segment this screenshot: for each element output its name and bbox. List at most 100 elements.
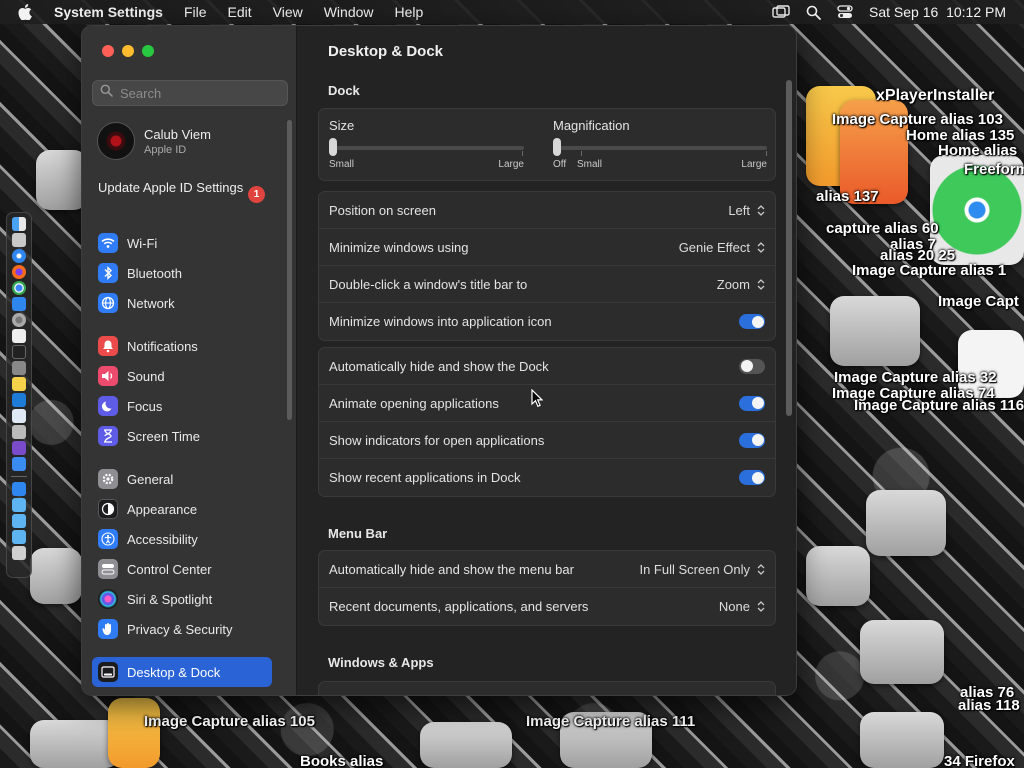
magnification-max-label: Large — [741, 159, 767, 170]
sidebar-scrollbar[interactable] — [287, 120, 292, 420]
folder-dock-icon[interactable] — [12, 498, 26, 512]
folder-dock-icon[interactable] — [12, 514, 26, 528]
textedit-dock-icon[interactable] — [12, 329, 26, 343]
image-capture-app-icon[interactable] — [806, 546, 870, 606]
position-on-screen-popup[interactable]: Left — [728, 203, 765, 218]
menu-help[interactable]: Help — [395, 4, 424, 20]
content-scrollbar[interactable] — [786, 80, 792, 416]
desktop-icon-label[interactable]: xPlayerInstaller — [876, 87, 994, 105]
desktop-icon-label[interactable]: Image Capture alias 103 — [832, 111, 1003, 128]
minimize-window-button[interactable] — [122, 45, 134, 57]
sidebar-item-network[interactable]: Network — [92, 288, 272, 318]
sidebar-item-control-center[interactable]: Control Center — [92, 554, 272, 584]
image-capture-app-icon[interactable] — [830, 296, 920, 366]
moon-icon — [98, 396, 118, 416]
image-capture-app-icon[interactable] — [420, 722, 512, 768]
size-slider-thumb[interactable] — [329, 138, 337, 156]
menu-clock[interactable]: Sat Sep 16 10:12 PM — [869, 4, 1006, 20]
menu-edit[interactable]: Edit — [228, 4, 252, 20]
sidebar-item-privacy-security[interactable]: Privacy & Security — [92, 614, 272, 644]
notes-dock-icon[interactable] — [12, 377, 26, 391]
safari-dock-icon[interactable] — [12, 249, 26, 263]
image-capture-app-icon[interactable] — [860, 712, 944, 768]
tool-dock-icon[interactable] — [12, 361, 26, 375]
magnification-slider-thumb[interactable] — [553, 138, 561, 156]
sidebar-item-general[interactable]: General — [92, 464, 272, 494]
sidebar-item-notifications[interactable]: Notifications — [92, 331, 272, 361]
mouse-cursor-icon — [531, 388, 544, 413]
image-capture-app-icon[interactable] — [860, 620, 944, 684]
terminal-dock-icon[interactable] — [12, 345, 26, 359]
menu-view[interactable]: View — [273, 4, 303, 20]
desktop-icon-label[interactable]: Image Capture alias 111 — [526, 713, 695, 730]
finder-dock-icon[interactable] — [12, 217, 26, 231]
desktop-icon-label[interactable]: Image Capture alias 116 — [854, 397, 1024, 414]
double-click-title-bar-popup[interactable]: Zoom — [717, 277, 765, 292]
sidebar-item-bluetooth[interactable]: Bluetooth — [92, 258, 272, 288]
preview-dock-icon[interactable] — [12, 409, 26, 423]
vscode-dock-icon[interactable] — [12, 393, 26, 407]
chrome-dock-icon[interactable] — [12, 281, 26, 295]
desktop-icon-label[interactable]: Image Capture alias 1 — [852, 262, 1006, 279]
utility-dock-icon[interactable] — [12, 425, 26, 439]
sidebar-item-focus[interactable]: Focus — [92, 391, 272, 421]
menu-window[interactable]: Window — [324, 4, 374, 20]
menu-bar-auto-hide-popup[interactable]: In Full Screen Only — [639, 562, 765, 577]
desktop-icon-label[interactable]: alias 137 — [816, 188, 879, 205]
sidebar-item-sound[interactable]: Sound — [92, 361, 272, 391]
trash-dock-icon[interactable] — [12, 546, 26, 560]
sidebar: Calub Viem Apple ID Update Apple ID Sett… — [82, 26, 297, 695]
sidebar-item-accessibility[interactable]: Accessibility — [92, 524, 272, 554]
app-store-dock-icon[interactable] — [12, 482, 26, 496]
sidebar-item-desktop-dock[interactable]: Desktop & Dock — [92, 657, 272, 687]
visual-studio-dock-icon[interactable] — [12, 441, 26, 455]
sidebar-item-wifi[interactable]: Wi-Fi — [92, 228, 272, 258]
system-settings-dock-icon[interactable] — [12, 313, 26, 327]
desktop-icon-label[interactable]: 34 Firefox — [944, 753, 1015, 768]
menu-file[interactable]: File — [184, 4, 207, 20]
screen-mirroring-icon[interactable] — [772, 5, 790, 19]
image-capture-app-icon[interactable] — [30, 720, 120, 768]
desktop-icon-label[interactable]: alias 118 — [958, 697, 1020, 714]
mail-dock-icon[interactable] — [12, 457, 26, 471]
home-app-icon[interactable] — [108, 698, 160, 768]
show-indicators-toggle[interactable] — [739, 432, 765, 448]
minimize-into-icon-toggle[interactable] — [739, 314, 765, 329]
show-recent-apps-toggle[interactable] — [739, 470, 765, 485]
desktop-icon-label[interactable]: capture alias 60 — [826, 220, 939, 237]
recent-documents-popup[interactable]: None — [719, 599, 765, 614]
app-store-dock-icon[interactable] — [12, 297, 26, 311]
sidebar-item-appearance[interactable]: Appearance — [92, 494, 272, 524]
desktop-icon-label[interactable]: Image Capture alias 32 — [834, 369, 997, 386]
section-title-dock: Dock — [328, 83, 360, 98]
search-input[interactable] — [120, 85, 280, 101]
apple-menu-icon[interactable] — [18, 4, 36, 20]
spotlight-search-icon[interactable] — [806, 5, 821, 20]
desktop-icon-label[interactable]: Image Capture alias 105 — [144, 713, 315, 730]
animate-apps-toggle[interactable] — [739, 395, 765, 411]
search-field[interactable] — [92, 80, 288, 106]
desktop-icon-label[interactable]: Home alias — [938, 142, 1017, 159]
control-center-icon[interactable] — [837, 5, 853, 19]
update-apple-id-item[interactable]: Update Apple ID Settings — [98, 180, 266, 196]
launchpad-dock-icon[interactable] — [12, 233, 26, 247]
close-window-button[interactable] — [102, 45, 114, 57]
desktop-icon-label[interactable]: Image Capt — [938, 293, 1019, 310]
desktop-icon-label[interactable]: Freeform — [964, 161, 1024, 178]
apple-id-account[interactable]: Calub Viem Apple ID — [97, 122, 211, 160]
desktop-icon-label[interactable]: Books alias — [300, 753, 383, 768]
auto-hide-dock-toggle[interactable] — [739, 358, 765, 374]
menu-app-name[interactable]: System Settings — [54, 4, 163, 20]
size-slider-track[interactable] — [331, 146, 524, 150]
zoom-window-button[interactable] — [142, 45, 154, 57]
folder-dock-icon[interactable] — [12, 530, 26, 544]
firefox-dock-icon[interactable] — [12, 265, 26, 279]
magnification-slider-tick — [581, 151, 582, 156]
sidebar-item-screen-time[interactable]: Screen Time — [92, 421, 272, 451]
image-capture-app-icon[interactable] — [866, 490, 946, 556]
minimize-using-popup[interactable]: Genie Effect — [679, 240, 765, 255]
image-capture-app-icon[interactable] — [30, 548, 82, 604]
sidebar-item-siri-spotlight[interactable]: Siri & Spotlight — [92, 584, 272, 614]
magnification-slider-track[interactable] — [555, 146, 767, 150]
avatar — [97, 122, 135, 160]
